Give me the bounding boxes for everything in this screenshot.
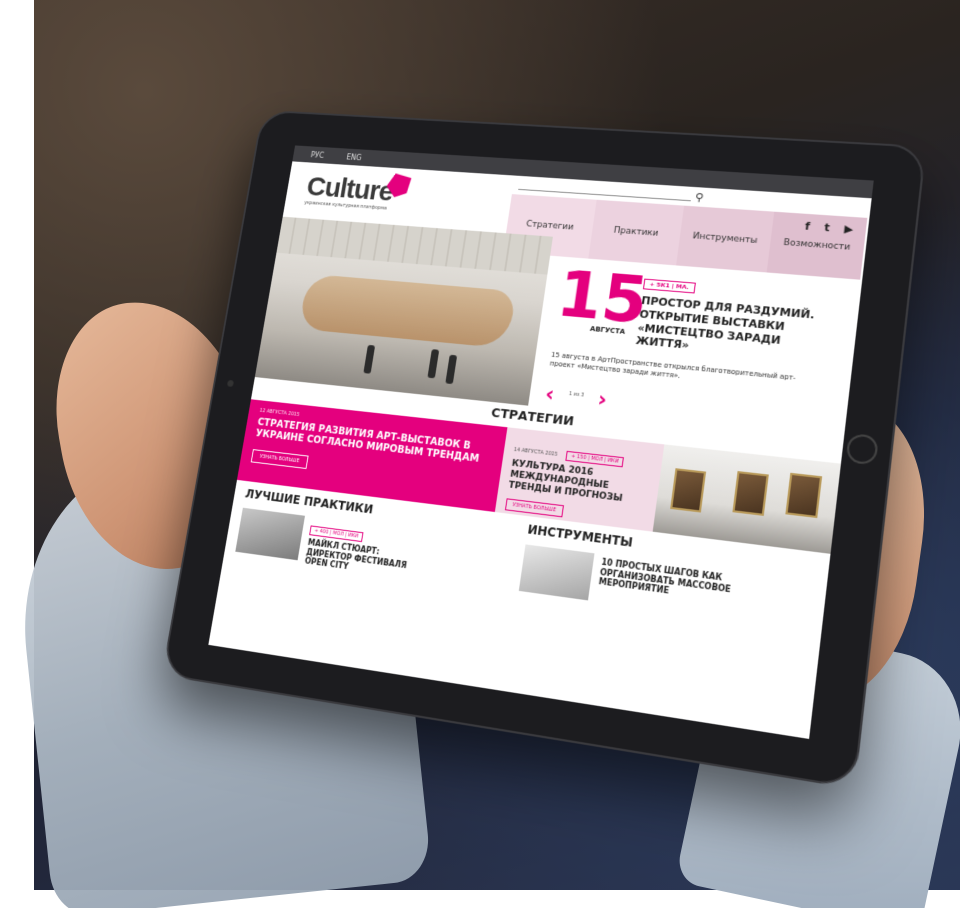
facebook-icon[interactable]: f	[804, 220, 810, 233]
tool-title[interactable]: 10 ПРОСТЫХ ШАГОВ КАК ОРГАНИЗОВАТЬ МАССОВ…	[596, 557, 735, 620]
prev-arrow-icon[interactable]: ‹	[544, 382, 556, 407]
hero-tag[interactable]: + 5К1 | МА.	[642, 278, 696, 294]
learn-more-button[interactable]: УЗНАТЬ БОЛЬШЕ	[250, 449, 309, 469]
painting	[670, 468, 707, 513]
tool-thumbnail	[518, 544, 595, 601]
slide-counter: 1 из 3	[568, 391, 585, 399]
youtube-icon[interactable]: ▶	[844, 222, 854, 235]
lang-ru-link[interactable]: РУС	[310, 150, 325, 159]
event-day: 15	[552, 256, 653, 339]
visitor-figure	[445, 354, 458, 385]
hero-title[interactable]: ПРОСТОР ДЛЯ РАЗДУМИЙ. ОТКРЫТИЕ ВЫСТАВКИ …	[635, 294, 835, 366]
tablet-screen: РУС ENG Culture украинская культурная пл…	[208, 145, 874, 739]
side-card-text: 14 АВГУСТА 2015 + 150 | МОЛ | ИКИ КУЛЬТУ…	[504, 436, 654, 522]
twitter-icon[interactable]: t	[824, 221, 831, 234]
painting	[732, 471, 769, 516]
hero-text: 15 АВГУСТА + 5К1 | МА. ПРОСТОР ДЛЯ РАЗДУ…	[528, 237, 864, 439]
background-photo: РУС ENG Culture украинская культурная пл…	[0, 0, 960, 908]
next-arrow-icon[interactable]: ›	[596, 387, 608, 413]
practice-thumbnail	[235, 507, 305, 561]
camera-dot	[226, 379, 235, 387]
lang-en-link[interactable]: ENG	[346, 153, 362, 162]
search-icon[interactable]: ⚲	[694, 191, 704, 204]
practice-title[interactable]: МАЙКЛ СТЮАРТ: ДИРЕКТОР ФЕСТИВАЛЯ OPEN CI…	[304, 538, 419, 581]
painting	[785, 472, 823, 519]
site-logo[interactable]: Culture украинская культурная платформа	[304, 171, 396, 211]
sculpture-shape	[298, 273, 517, 349]
side-card-date: 14 АВГУСТА 2015	[513, 446, 558, 458]
side-card-title[interactable]: КУЛЬТУРА 2016 МЕЖДУНАРОДНЫЕ ТРЕНДЫ И ПРО…	[508, 459, 650, 508]
visitor-figure	[427, 349, 440, 379]
tablet-device: РУС ENG Culture украинская культурная пл…	[161, 109, 927, 790]
home-button[interactable]	[845, 433, 879, 466]
visitor-figure	[363, 344, 376, 374]
hero-image	[254, 216, 553, 406]
